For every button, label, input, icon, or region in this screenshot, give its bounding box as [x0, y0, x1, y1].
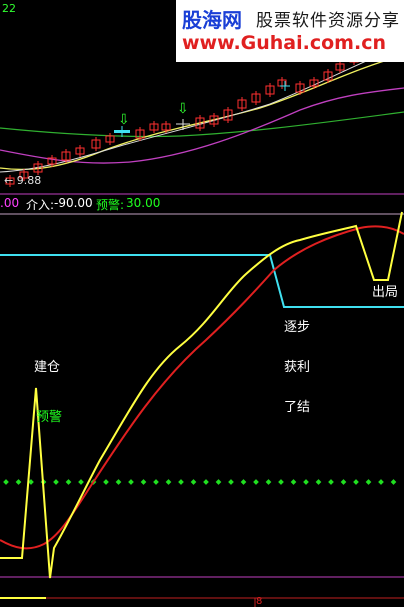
green-dot: [253, 479, 259, 485]
green-dot: [78, 479, 84, 485]
green-dot: [3, 479, 9, 485]
green-dot: [353, 479, 359, 485]
green-dot: [65, 479, 72, 485]
green-dot: [103, 479, 109, 485]
watermark-banner: 股海网 股票软件资源分享 www.Guhai.com.cn: [176, 0, 404, 62]
annotation-build: 建仓: [34, 360, 61, 375]
green-dot: [365, 479, 372, 485]
banner-url: www.Guhai.com.cn: [182, 32, 386, 54]
green-dot: [190, 479, 197, 485]
entry-label: 介入:: [26, 198, 55, 212]
green-dot: [265, 479, 272, 485]
header-partial-value: .00: [0, 196, 20, 210]
annotation-step: 逐步: [284, 320, 311, 335]
green-dot: [378, 479, 384, 485]
green-dot: [290, 479, 297, 485]
green-dot: [203, 479, 209, 485]
green-dot: [340, 479, 347, 485]
annotation-close: 了结: [284, 400, 311, 415]
green-dot: [15, 479, 22, 485]
warn-label: 预警:: [96, 198, 125, 212]
entry-value: -90.00: [54, 196, 93, 210]
bottom-marker: 8: [256, 596, 263, 607]
green-dot: [140, 479, 147, 485]
red-indicator-line: [0, 225, 404, 550]
green-dot: [390, 479, 397, 485]
green-dot: [328, 479, 334, 485]
ma-yellow-line: [0, 54, 404, 171]
annotation-warn: 预警: [36, 410, 63, 425]
warn-value: 30.00: [126, 196, 161, 210]
corner-value: 22: [2, 2, 16, 15]
svg-text:⇩: ⇩: [118, 112, 130, 128]
green-dot: [240, 479, 247, 485]
cyan-step-line: [0, 254, 404, 308]
svg-text:⇩: ⇩: [177, 101, 189, 117]
stock-chart[interactable]: ⇩ ⇩: [0, 0, 404, 607]
yellow-signal-line: [0, 211, 403, 579]
green-dot: [53, 479, 59, 485]
banner-slogan: 股票软件资源分享: [256, 11, 400, 31]
green-dot: [115, 479, 122, 485]
green-dot: [303, 479, 309, 485]
green-dot: [165, 479, 172, 485]
annotation-profit: 获利: [284, 360, 311, 375]
green-dot: [178, 479, 184, 485]
green-dot: [228, 479, 234, 485]
green-dot: [215, 479, 222, 485]
green-dotted-line: [3, 479, 397, 485]
green-dot: [278, 479, 284, 485]
green-dot: [315, 479, 322, 485]
ma-magenta-line: [0, 87, 404, 164]
annotation-exit: 出局: [372, 285, 399, 300]
green-dot: [128, 479, 134, 485]
green-dot: [153, 479, 159, 485]
low-price-label: ← 9.88: [4, 174, 42, 187]
banner-logo: 股海网: [182, 8, 242, 32]
